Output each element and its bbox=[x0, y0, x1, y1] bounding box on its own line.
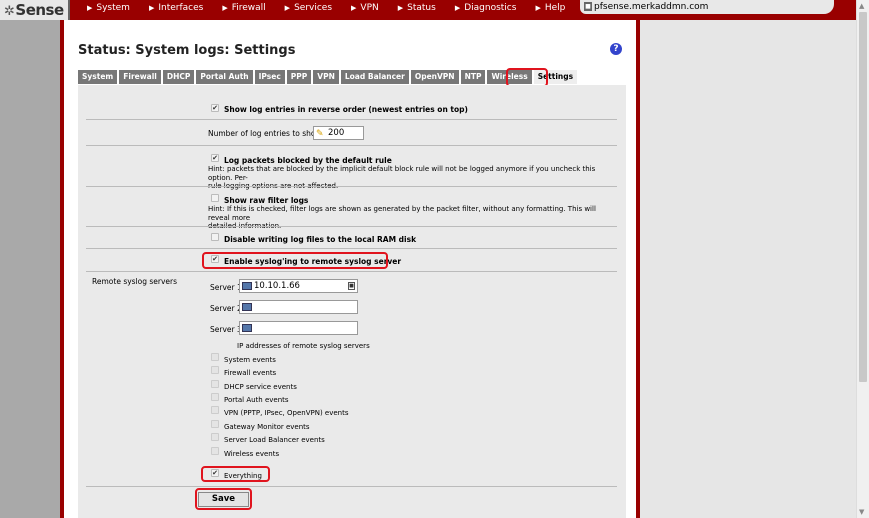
save-button[interactable]: Save bbox=[198, 492, 249, 507]
system-events-checkbox[interactable] bbox=[211, 353, 219, 361]
host-icon: ■ bbox=[584, 2, 592, 11]
server3-input[interactable] bbox=[239, 321, 358, 335]
vertical-scrollbar[interactable]: ▲ ▼ bbox=[856, 0, 869, 518]
log-tabs: System Firewall DHCP Portal Auth IPsec P… bbox=[78, 70, 578, 84]
network-icon bbox=[242, 324, 252, 332]
nav-services[interactable]: ▶ Services bbox=[276, 0, 342, 16]
divider bbox=[86, 119, 617, 120]
tab-firewall[interactable]: Firewall bbox=[119, 70, 161, 84]
tab-dhcp[interactable]: DHCP bbox=[162, 70, 195, 84]
help-icon[interactable]: ? bbox=[610, 43, 622, 55]
load-balancer-events-label: Server Load Balancer events bbox=[224, 436, 325, 444]
arrow-right-icon: ▶ bbox=[87, 4, 93, 12]
raw-logs-label: Show raw filter logs bbox=[224, 196, 309, 205]
nav-diagnostics[interactable]: ▶ Diagnostics bbox=[446, 0, 527, 16]
vpn-events-checkbox[interactable] bbox=[211, 406, 219, 414]
log-blocked-checkbox[interactable]: ✔ bbox=[211, 154, 219, 162]
load-balancer-events-checkbox[interactable] bbox=[211, 433, 219, 441]
portal-auth-events-label: Portal Auth events bbox=[224, 396, 289, 404]
nav-help[interactable]: ▶ Help bbox=[526, 0, 575, 16]
arrow-right-icon: ▶ bbox=[454, 4, 461, 12]
firewall-events-checkbox[interactable] bbox=[211, 366, 219, 374]
disable-writing-checkbox[interactable] bbox=[211, 233, 219, 241]
arrow-right-icon: ▶ bbox=[222, 4, 228, 12]
network-icon bbox=[242, 282, 252, 290]
wireless-events-checkbox[interactable] bbox=[211, 447, 219, 455]
arrow-right-icon: ▶ bbox=[535, 4, 541, 12]
server3-label: Server 3 bbox=[210, 325, 242, 334]
enable-syslog-checkbox[interactable]: ✔ bbox=[211, 255, 219, 263]
pfsense-logo[interactable]: ✲Sense bbox=[0, 0, 70, 20]
tab-settings[interactable]: Settings bbox=[533, 70, 578, 84]
tab-vpn[interactable]: VPN bbox=[313, 70, 339, 84]
firewall-events-label: Firewall events bbox=[224, 369, 277, 377]
scroll-thumb[interactable] bbox=[859, 12, 867, 382]
tab-portal-auth[interactable]: Portal Auth bbox=[196, 70, 253, 84]
divider bbox=[86, 186, 617, 187]
nav-interfaces[interactable]: ▶ Interfaces bbox=[140, 0, 213, 16]
divider bbox=[86, 486, 617, 487]
entries-input[interactable]: ✎ 200 bbox=[313, 126, 364, 140]
remote-servers-label: Remote syslog servers bbox=[92, 277, 178, 286]
network-icon bbox=[242, 303, 252, 311]
background-area bbox=[640, 20, 856, 518]
vpn-events-label: VPN (PPTP, IPsec, OpenVPN) events bbox=[224, 409, 349, 417]
wireless-events-label: Wireless events bbox=[224, 450, 280, 458]
tab-ipsec[interactable]: IPsec bbox=[254, 70, 285, 84]
tab-system[interactable]: System bbox=[78, 70, 118, 84]
tab-openvpn[interactable]: OpenVPN bbox=[410, 70, 459, 84]
server1-input[interactable]: 10.10.1.66 ■ bbox=[239, 279, 358, 293]
top-nav-bar: ✲Sense ▶ System ▶ Interfaces ▶ Firewall ▶ Se… bbox=[0, 0, 869, 20]
arrow-right-icon: ▶ bbox=[397, 4, 404, 12]
tab-ntp[interactable]: NTP bbox=[460, 70, 486, 84]
hostname-bar: ■ pfsense.merkaddmn.com bbox=[580, 0, 834, 14]
tab-wireless[interactable]: Wireless bbox=[487, 70, 532, 84]
dhcp-events-checkbox[interactable] bbox=[211, 380, 219, 388]
page-title: Status: System logs: Settings bbox=[78, 43, 296, 58]
gateway-events-label: Gateway Monitor events bbox=[224, 423, 310, 431]
main-menu: ▶ System ▶ Interfaces ▶ Firewall ▶ Services … bbox=[78, 0, 575, 20]
server1-label: Server 1 bbox=[210, 283, 242, 292]
divider bbox=[86, 271, 617, 272]
servers-hint: IP addresses of remote syslog servers bbox=[237, 342, 370, 350]
arrow-right-icon: ▶ bbox=[284, 4, 291, 12]
reverse-order-label: Show log entries in reverse order (newes… bbox=[224, 105, 468, 114]
dhcp-events-label: DHCP service events bbox=[224, 383, 297, 391]
arrow-right-icon: ▶ bbox=[351, 4, 357, 12]
logo-mark-icon: ✲ bbox=[4, 4, 15, 19]
disable-writing-label: Disable writing log files to the local R… bbox=[224, 235, 417, 244]
everything-checkbox[interactable]: ✔ bbox=[211, 469, 219, 477]
tab-load-balancer[interactable]: Load Balancer bbox=[340, 70, 409, 84]
tab-ppp[interactable]: PPP bbox=[286, 70, 312, 84]
nav-status[interactable]: ▶ Status bbox=[389, 0, 446, 16]
reverse-order-checkbox[interactable]: ✔ bbox=[211, 104, 219, 112]
system-events-label: System events bbox=[224, 356, 276, 364]
arrow-right-icon: ▶ bbox=[148, 4, 155, 12]
log-blocked-label: Log packets blocked by the default rule bbox=[224, 156, 392, 165]
pencil-icon: ✎ bbox=[316, 129, 324, 139]
server2-input[interactable] bbox=[239, 300, 358, 314]
everything-label: Everything bbox=[224, 472, 262, 480]
portal-auth-events-checkbox[interactable] bbox=[211, 393, 219, 401]
nav-system[interactable]: ▶ System bbox=[78, 0, 140, 16]
enable-syslog-label: Enable syslog'ing to remote syslog serve… bbox=[224, 257, 402, 266]
raw-logs-checkbox[interactable] bbox=[211, 194, 219, 202]
scroll-down-icon[interactable]: ▼ bbox=[859, 508, 864, 516]
server2-label: Server 2 bbox=[210, 304, 242, 313]
nav-firewall[interactable]: ▶ Firewall bbox=[213, 0, 275, 16]
scroll-up-icon[interactable]: ▲ bbox=[859, 2, 864, 10]
nav-vpn[interactable]: ▶ VPN bbox=[342, 0, 389, 16]
divider bbox=[86, 145, 617, 146]
divider bbox=[86, 248, 617, 249]
divider bbox=[86, 226, 617, 227]
gateway-events-checkbox[interactable] bbox=[211, 420, 219, 428]
field-options-icon[interactable]: ■ bbox=[348, 282, 355, 290]
entries-label: Number of log entries to show: bbox=[208, 129, 324, 138]
